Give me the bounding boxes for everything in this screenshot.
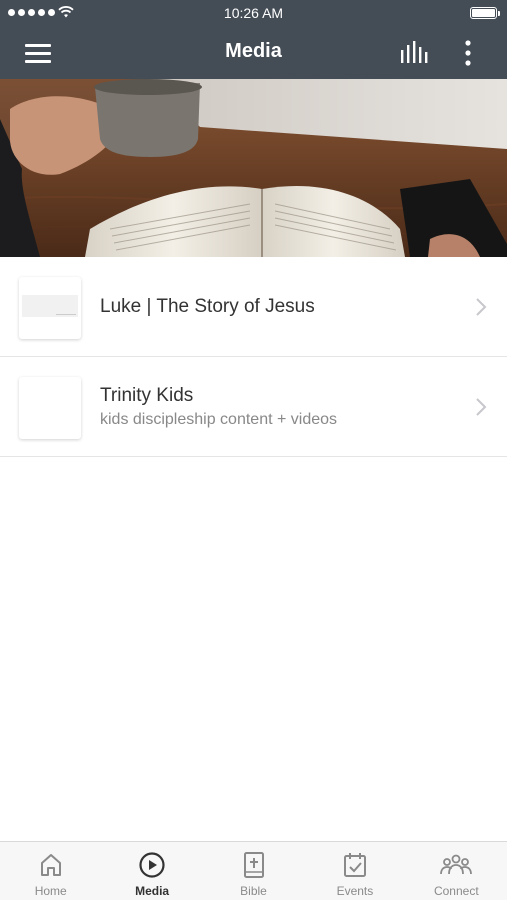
more-options-button[interactable]: [456, 38, 480, 68]
home-icon: [40, 854, 61, 876]
status-bar: 10:26 AM: [0, 0, 507, 26]
list-item[interactable]: RINITY KID discipleship content Trinity …: [0, 357, 507, 457]
tab-media[interactable]: Media: [101, 842, 202, 900]
calendar-check-icon: [343, 853, 366, 877]
list-item-subtitle: kids discipleship content + videos: [100, 411, 338, 428]
tab-bible[interactable]: Bible: [203, 842, 304, 900]
status-time: 10:26 AM: [223, 5, 284, 21]
tab-home[interactable]: Home: [0, 842, 101, 900]
more-vertical-icon: [465, 40, 471, 66]
people-group-icon: [440, 854, 473, 875]
bible-and-coffee-photo: [0, 79, 507, 257]
tab-label: Home: [34, 884, 67, 898]
series-thumbnail: RINITY KID discipleship content: [19, 377, 81, 439]
tab-label: Bible: [240, 884, 267, 898]
tab-connect[interactable]: Connect: [406, 842, 507, 900]
audio-player-button[interactable]: [398, 40, 432, 66]
tab-label: Events: [336, 884, 374, 898]
list-item-title: Luke | The Story of Jesus: [100, 296, 315, 317]
battery-icon: [470, 7, 500, 19]
play-circle-icon: [139, 852, 165, 878]
chevron-right-icon: [476, 298, 487, 316]
series-thumbnail: [19, 277, 81, 339]
bible-icon: [243, 852, 264, 878]
list-item-title: Trinity Kids: [100, 385, 194, 406]
list-item[interactable]: Luke | The Story of Jesus: [0, 257, 507, 357]
top-nav-bar: Media: [0, 26, 507, 79]
tab-label: Connect: [433, 884, 479, 898]
chevron-right-icon: [476, 398, 487, 416]
tab-events[interactable]: Events: [304, 842, 405, 900]
hero-banner-image: [0, 79, 507, 257]
bottom-tab-bar: Home Media Bible Events Connect: [0, 841, 507, 900]
tab-label: Media: [135, 884, 170, 898]
media-list: Luke | The Story of Jesus RINITY KID dis…: [0, 257, 507, 457]
thumbnail-subtitle-text: discipleship content: [19, 410, 81, 419]
audio-bars-icon: [401, 41, 428, 63]
